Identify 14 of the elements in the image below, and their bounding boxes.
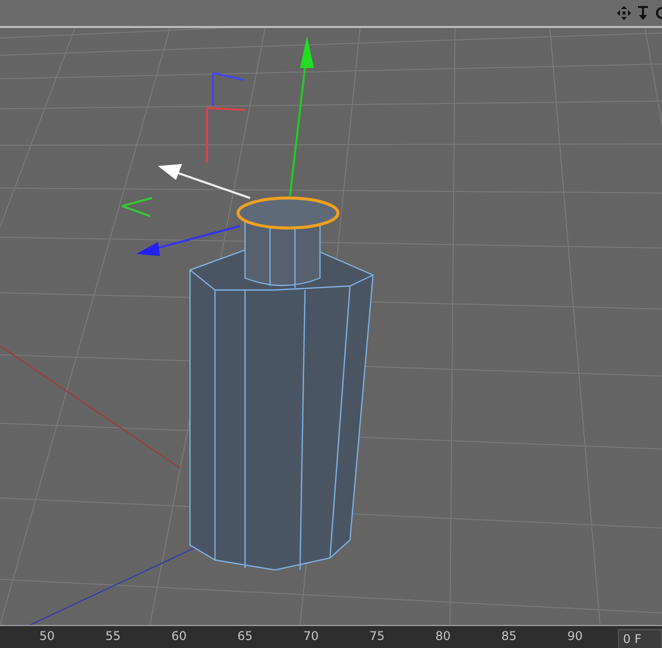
frame-number: 90 bbox=[566, 628, 584, 645]
frame-number: 70 bbox=[302, 628, 320, 645]
move-icon[interactable] bbox=[616, 5, 632, 21]
arrow-down-icon[interactable] bbox=[635, 5, 651, 21]
frame-number: 85 bbox=[500, 628, 518, 645]
frame-field[interactable]: 0 F bbox=[618, 629, 662, 648]
frame-number: 80 bbox=[434, 628, 452, 645]
frame-number: 60 bbox=[170, 628, 188, 645]
frame-number: 50 bbox=[38, 628, 56, 645]
frame-number: 55 bbox=[104, 628, 122, 645]
timeline-ruler[interactable]: 50 55 60 65 70 75 80 85 90 0 F bbox=[0, 625, 662, 648]
frame-number: 75 bbox=[368, 628, 386, 645]
frame-number: 65 bbox=[236, 628, 254, 645]
rotate-icon[interactable] bbox=[654, 5, 662, 21]
